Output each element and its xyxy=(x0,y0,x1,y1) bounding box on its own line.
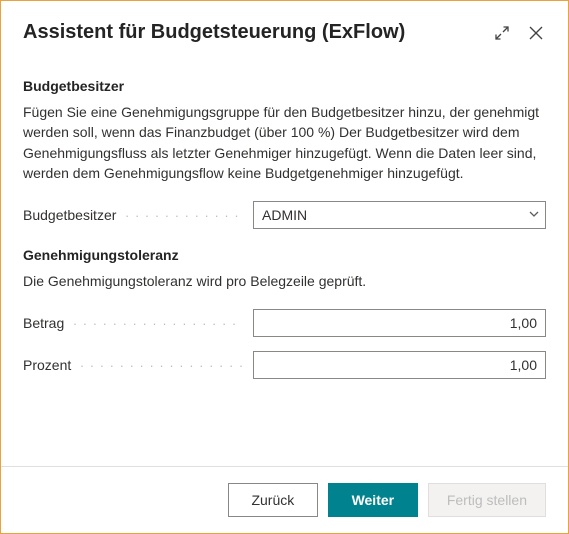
dialog-title: Assistent für Budgetsteuerung (ExFlow) xyxy=(23,21,492,44)
amount-input[interactable] xyxy=(253,309,546,337)
owner-select[interactable] xyxy=(253,201,546,229)
section-tolerance: Genehmigungstoleranz Die Genehmigungstol… xyxy=(23,247,546,379)
next-button[interactable]: Weiter xyxy=(328,483,418,517)
close-icon[interactable] xyxy=(526,23,546,43)
field-label-amount: Betrag xyxy=(23,315,243,331)
section-desc-tolerance: Die Genehmigungstoleranz wird pro Belegz… xyxy=(23,271,546,291)
field-label-owner: Budgetbesitzer xyxy=(23,207,243,223)
section-budget-owner: Budgetbesitzer Fügen Sie eine Genehmigun… xyxy=(23,78,546,229)
percent-input-wrap xyxy=(253,351,546,379)
dialog-footer: Zurück Weiter Fertig stellen xyxy=(1,466,568,533)
section-desc-owner: Fügen Sie eine Genehmigungsgruppe für de… xyxy=(23,102,546,183)
amount-input-wrap xyxy=(253,309,546,337)
owner-select-wrap xyxy=(253,201,546,229)
field-row-owner: Budgetbesitzer xyxy=(23,201,546,229)
header-actions xyxy=(492,23,546,43)
dialog-content: Budgetbesitzer Fügen Sie eine Genehmigun… xyxy=(1,54,568,379)
section-title-owner: Budgetbesitzer xyxy=(23,78,546,94)
back-button[interactable]: Zurück xyxy=(228,483,318,517)
field-row-percent: Prozent xyxy=(23,351,546,379)
field-row-amount: Betrag xyxy=(23,309,546,337)
expand-icon[interactable] xyxy=(492,23,512,43)
section-title-tolerance: Genehmigungstoleranz xyxy=(23,247,546,263)
dialog-header: Assistent für Budgetsteuerung (ExFlow) xyxy=(1,1,568,54)
percent-input[interactable] xyxy=(253,351,546,379)
finish-button: Fertig stellen xyxy=(428,483,546,517)
field-label-percent: Prozent xyxy=(23,357,243,373)
